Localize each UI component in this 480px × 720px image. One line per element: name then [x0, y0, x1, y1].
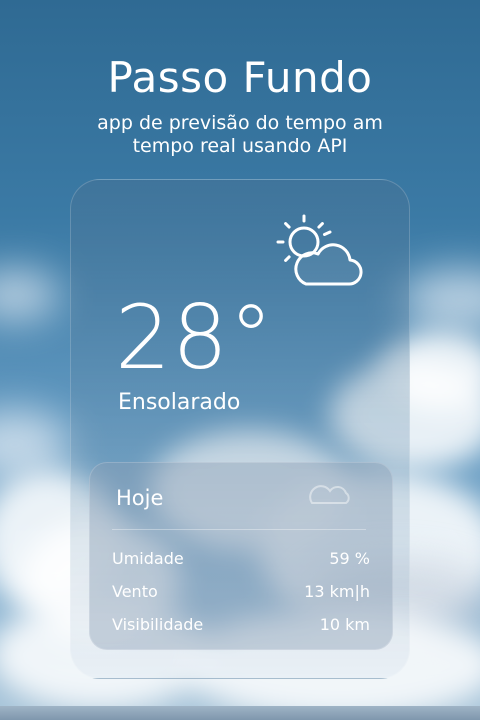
detail-row-visibility: Visibilidade 10 km: [112, 613, 370, 637]
detail-label: Vento: [112, 582, 158, 601]
detail-value: 10 km: [319, 615, 370, 634]
city-title: Passo Fundo: [107, 53, 373, 102]
divider: [112, 529, 366, 530]
sea-horizon: [0, 706, 480, 720]
details-panel: Hoje Umidade 59 % Vento 13 km|h Visibili…: [89, 462, 393, 650]
detail-value: 59 %: [329, 549, 370, 568]
detail-label: Visibilidade: [112, 615, 204, 634]
partly-sunny-icon: [276, 214, 363, 286]
app-subtitle: app de previsão do tempo am tempo real u…: [97, 112, 383, 157]
detail-row-wind: Vento 13 km|h: [112, 580, 370, 604]
detail-row-humidity: Umidade 59 %: [112, 547, 370, 571]
header: Passo Fundo app de previsão do tempo am …: [0, 52, 480, 158]
details-heading: Hoje: [116, 486, 164, 510]
detail-label: Umidade: [112, 549, 184, 568]
detail-value: 13 km|h: [304, 582, 370, 601]
weather-condition: Ensolarado: [118, 390, 241, 415]
temperature: 28°: [115, 286, 274, 389]
weather-card: 28° Ensolarado Hoje Umidade 59 % Vento 1…: [70, 179, 410, 679]
faded-cloud-icon: [309, 485, 350, 504]
